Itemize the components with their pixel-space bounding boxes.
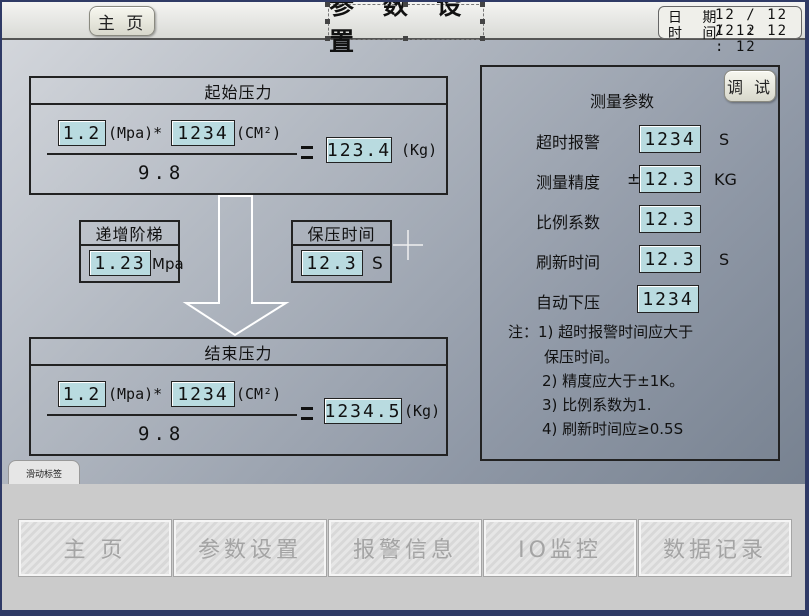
nav-home-button[interactable]: 主 页 — [18, 519, 172, 577]
nav-io-monitor-button[interactable]: IO监控 — [483, 519, 637, 577]
note-line: 保压时间。 — [544, 348, 620, 366]
selection-handle — [403, 2, 408, 7]
step-panel: 递增阶梯 1.23 Mpa — [79, 220, 184, 283]
note-line: 注：1) 超时报警时间应大于 — [508, 323, 694, 341]
precision-unit: KG — [714, 170, 737, 189]
refresh-time-unit: S — [719, 250, 730, 269]
start-result-unit: (Kg) — [401, 141, 438, 159]
refresh-time-input[interactable]: 12.3 — [639, 245, 701, 273]
equals-sign — [301, 417, 313, 420]
timeout-alarm-unit: S — [719, 130, 730, 149]
ratio-label: 比例系数 — [536, 213, 601, 232]
start-pressure-input[interactable]: 1.2 — [58, 120, 106, 146]
note-line: 4) 刷新时间应≥0.5S — [542, 420, 684, 438]
fraction-line — [47, 153, 297, 155]
ratio-input[interactable]: 12.3 — [639, 205, 701, 233]
top-bar: 主 页 参 数 设 置 日 期 12 / 12 / 12 时 间 12 : 12… — [2, 2, 805, 56]
selection-handle — [480, 36, 485, 41]
measure-params-panel: 调 试 测量参数 超时报警 1234 S 测量精度 ± 12.3 KG 比例系数… — [480, 65, 780, 461]
hold-time-title: 保压时间 — [293, 222, 390, 246]
timeout-alarm-input[interactable]: 1234 — [639, 125, 701, 153]
start-pressure-panel: 起始压力 1.2 (Mpa)* 1234 (CM²) 9.8 123.4 (Kg… — [29, 76, 448, 195]
start-area-unit: (CM²) — [236, 124, 282, 142]
nav-params-button[interactable]: 参数设置 — [173, 519, 327, 577]
selection-handle — [480, 2, 485, 7]
bottom-nav: 主 页 参数设置 报警信息 IO监控 数据记录 — [2, 484, 805, 610]
precision-input[interactable]: 12.3 — [639, 165, 701, 193]
hold-time-input[interactable]: 12.3 — [301, 250, 363, 276]
fraction-line — [47, 414, 297, 416]
hold-time-unit: S — [372, 254, 383, 274]
hold-time-panel: 保压时间 12.3 S — [291, 220, 392, 283]
note-line: 2) 精度应大于±1K。 — [542, 372, 685, 390]
equals-sign — [301, 156, 313, 159]
end-pressure-panel: 结束压力 1.2 (Mpa)* 1234 (CM²) 9.8 1234.5 (K… — [29, 337, 448, 456]
refresh-time-label: 刷新时间 — [536, 253, 601, 272]
slide-tab[interactable]: 滑动标签 — [8, 460, 80, 486]
measure-title: 测量参数 — [590, 92, 655, 111]
down-arrow-icon — [182, 195, 290, 337]
datetime-display: 日 期 12 / 12 / 12 时 间 12 : 12 : 12 — [658, 6, 802, 55]
equals-sign — [301, 407, 313, 410]
start-pressure-unit: (Mpa)* — [108, 124, 163, 142]
end-result-display: 1234.5 — [324, 398, 402, 424]
start-result-display: 123.4 — [326, 137, 392, 163]
selection-handle — [325, 19, 330, 24]
auto-press-input[interactable]: 1234 — [637, 285, 699, 313]
end-area-unit: (CM²) — [236, 385, 282, 403]
page-title: 参 数 设 置 — [328, 2, 484, 56]
start-pressure-title: 起始压力 — [31, 78, 446, 105]
step-title: 递增阶梯 — [81, 222, 178, 246]
crosshair-icon — [393, 230, 423, 260]
note-line: 3) 比例系数为1. — [542, 396, 652, 414]
end-pressure-title: 结束压力 — [31, 339, 446, 366]
timeout-alarm-label: 超时报警 — [536, 133, 601, 152]
debug-button[interactable]: 调 试 — [724, 70, 776, 102]
nav-data-log-button[interactable]: 数据记录 — [638, 519, 792, 577]
time-value: 12 : 12 : 12 — [715, 23, 789, 55]
selection-handle — [325, 2, 330, 7]
auto-press-label: 自动下压 — [536, 293, 601, 312]
step-unit: Mpa — [152, 255, 184, 273]
end-area-input[interactable]: 1234 — [171, 381, 235, 407]
selection-handle — [403, 36, 408, 41]
step-input[interactable]: 1.23 — [89, 250, 151, 276]
home-button[interactable]: 主 页 — [89, 6, 155, 36]
start-divisor: 9.8 — [138, 162, 185, 184]
hmi-screen: 主 页 参 数 设 置 日 期 12 / 12 / 12 时 间 12 : 12… — [2, 2, 805, 610]
selection-handle — [325, 36, 330, 41]
start-area-input[interactable]: 1234 — [171, 120, 235, 146]
selection-handle — [480, 19, 485, 24]
end-result-unit: (Kg) — [404, 402, 441, 420]
equals-sign — [301, 146, 313, 149]
precision-label: 测量精度 — [536, 173, 601, 192]
end-divisor: 9.8 — [138, 423, 185, 445]
end-pressure-input[interactable]: 1.2 — [58, 381, 106, 407]
end-pressure-unit: (Mpa)* — [108, 385, 163, 403]
nav-alarm-button[interactable]: 报警信息 — [328, 519, 482, 577]
